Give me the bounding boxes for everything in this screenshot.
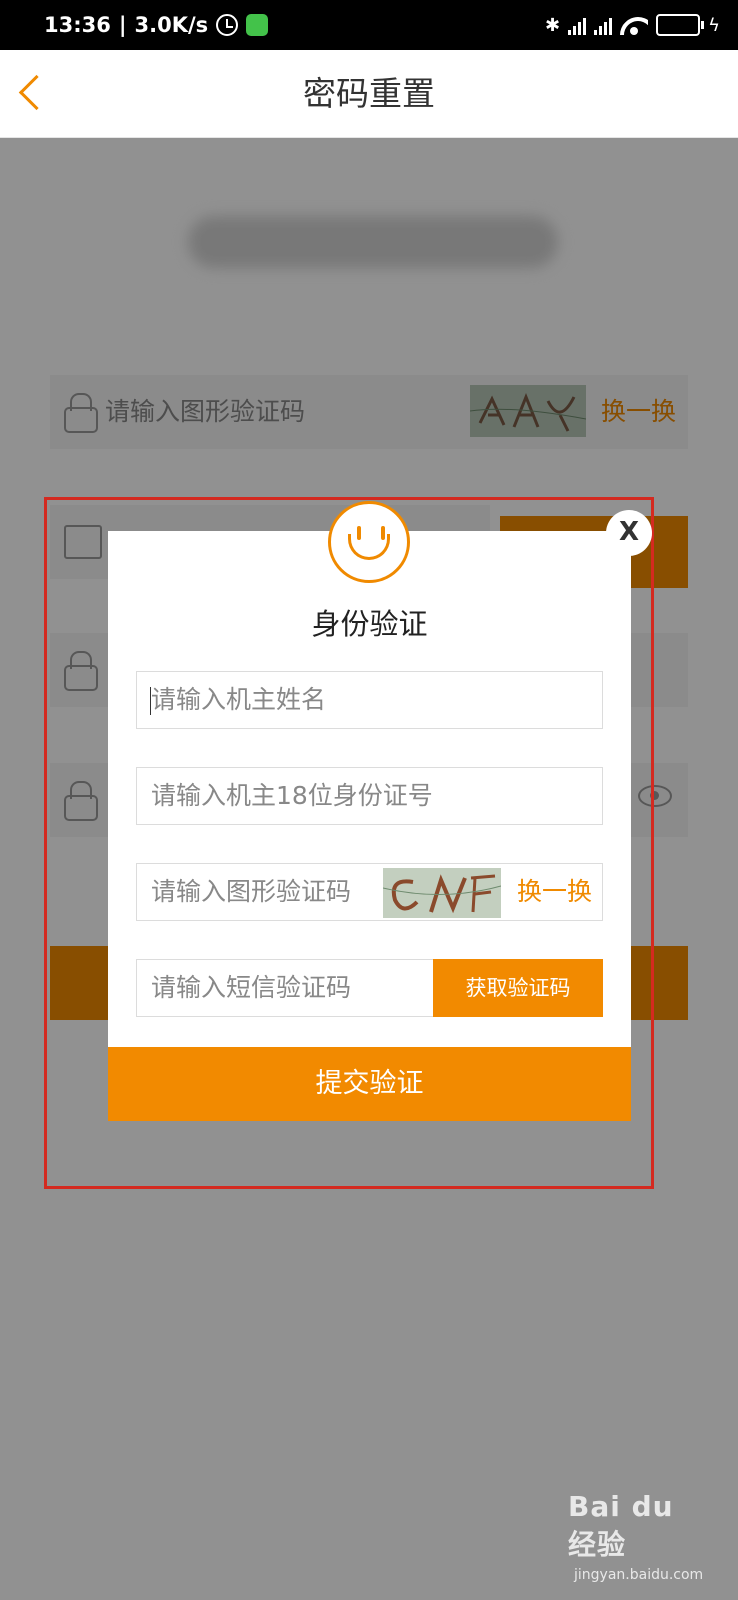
close-dialog-button[interactable]: X	[606, 510, 652, 556]
wifi-icon	[620, 15, 648, 35]
dialog-title: 身份验证	[311, 607, 428, 641]
charging-icon: ϟ	[708, 14, 720, 36]
status-left: 13:36 | 3.0K/s	[44, 0, 269, 50]
identity-verification-dialog: 身份验证 请输入机主姓名 请输入机主18位身份证号 请输入图形验证码 换一换 请…	[108, 531, 631, 1121]
app-header: 密码重置	[0, 50, 738, 138]
battery-icon: 78	[656, 14, 705, 36]
watermark-url: jingyan.baidu.com	[574, 1567, 704, 1583]
status-bar: 13:36 | 3.0K/s ✱ 78 ϟ	[0, 0, 738, 50]
watermark-brand: Bai du 经验	[568, 1490, 674, 1561]
smiley-mouth	[348, 534, 390, 560]
captcha-placeholder: 请输入图形验证码	[151, 877, 352, 906]
owner-name-placeholder: 请输入机主姓名	[151, 685, 327, 714]
sms-code-input[interactable]: 请输入短信验证码 获取验证码	[136, 959, 603, 1017]
captcha-swap-link[interactable]: 换一换	[517, 864, 592, 920]
battery-level: 78	[669, 17, 688, 32]
status-right: ✱ 78 ϟ	[545, 0, 720, 50]
alarm-icon	[216, 14, 239, 36]
smiley-icon	[328, 501, 410, 583]
baidu-jingyan-watermark: Bai du 经验 jingyan.baidu.com	[568, 1490, 703, 1583]
status-time: 13:36	[44, 13, 111, 37]
status-net-speed: 3.0K/s	[134, 13, 209, 37]
submit-verification-button[interactable]: 提交验证	[108, 1047, 631, 1121]
id-number-placeholder: 请输入机主18位身份证号	[151, 781, 433, 810]
captcha-input[interactable]: 请输入图形验证码 换一换	[136, 863, 603, 921]
signal-icon	[568, 15, 587, 35]
captcha-image[interactable]	[383, 868, 501, 918]
get-sms-code-button[interactable]: 获取验证码	[433, 959, 603, 1017]
signal-hd-icon	[594, 15, 613, 35]
owner-name-input[interactable]: 请输入机主姓名	[136, 671, 603, 729]
app-notification-icon	[246, 14, 269, 36]
bluetooth-icon: ✱	[545, 14, 561, 36]
id-number-input[interactable]: 请输入机主18位身份证号	[136, 767, 603, 825]
page-title: 密码重置	[303, 74, 435, 113]
sms-code-placeholder: 请输入短信验证码	[151, 973, 352, 1002]
status-separator: |	[118, 13, 127, 37]
